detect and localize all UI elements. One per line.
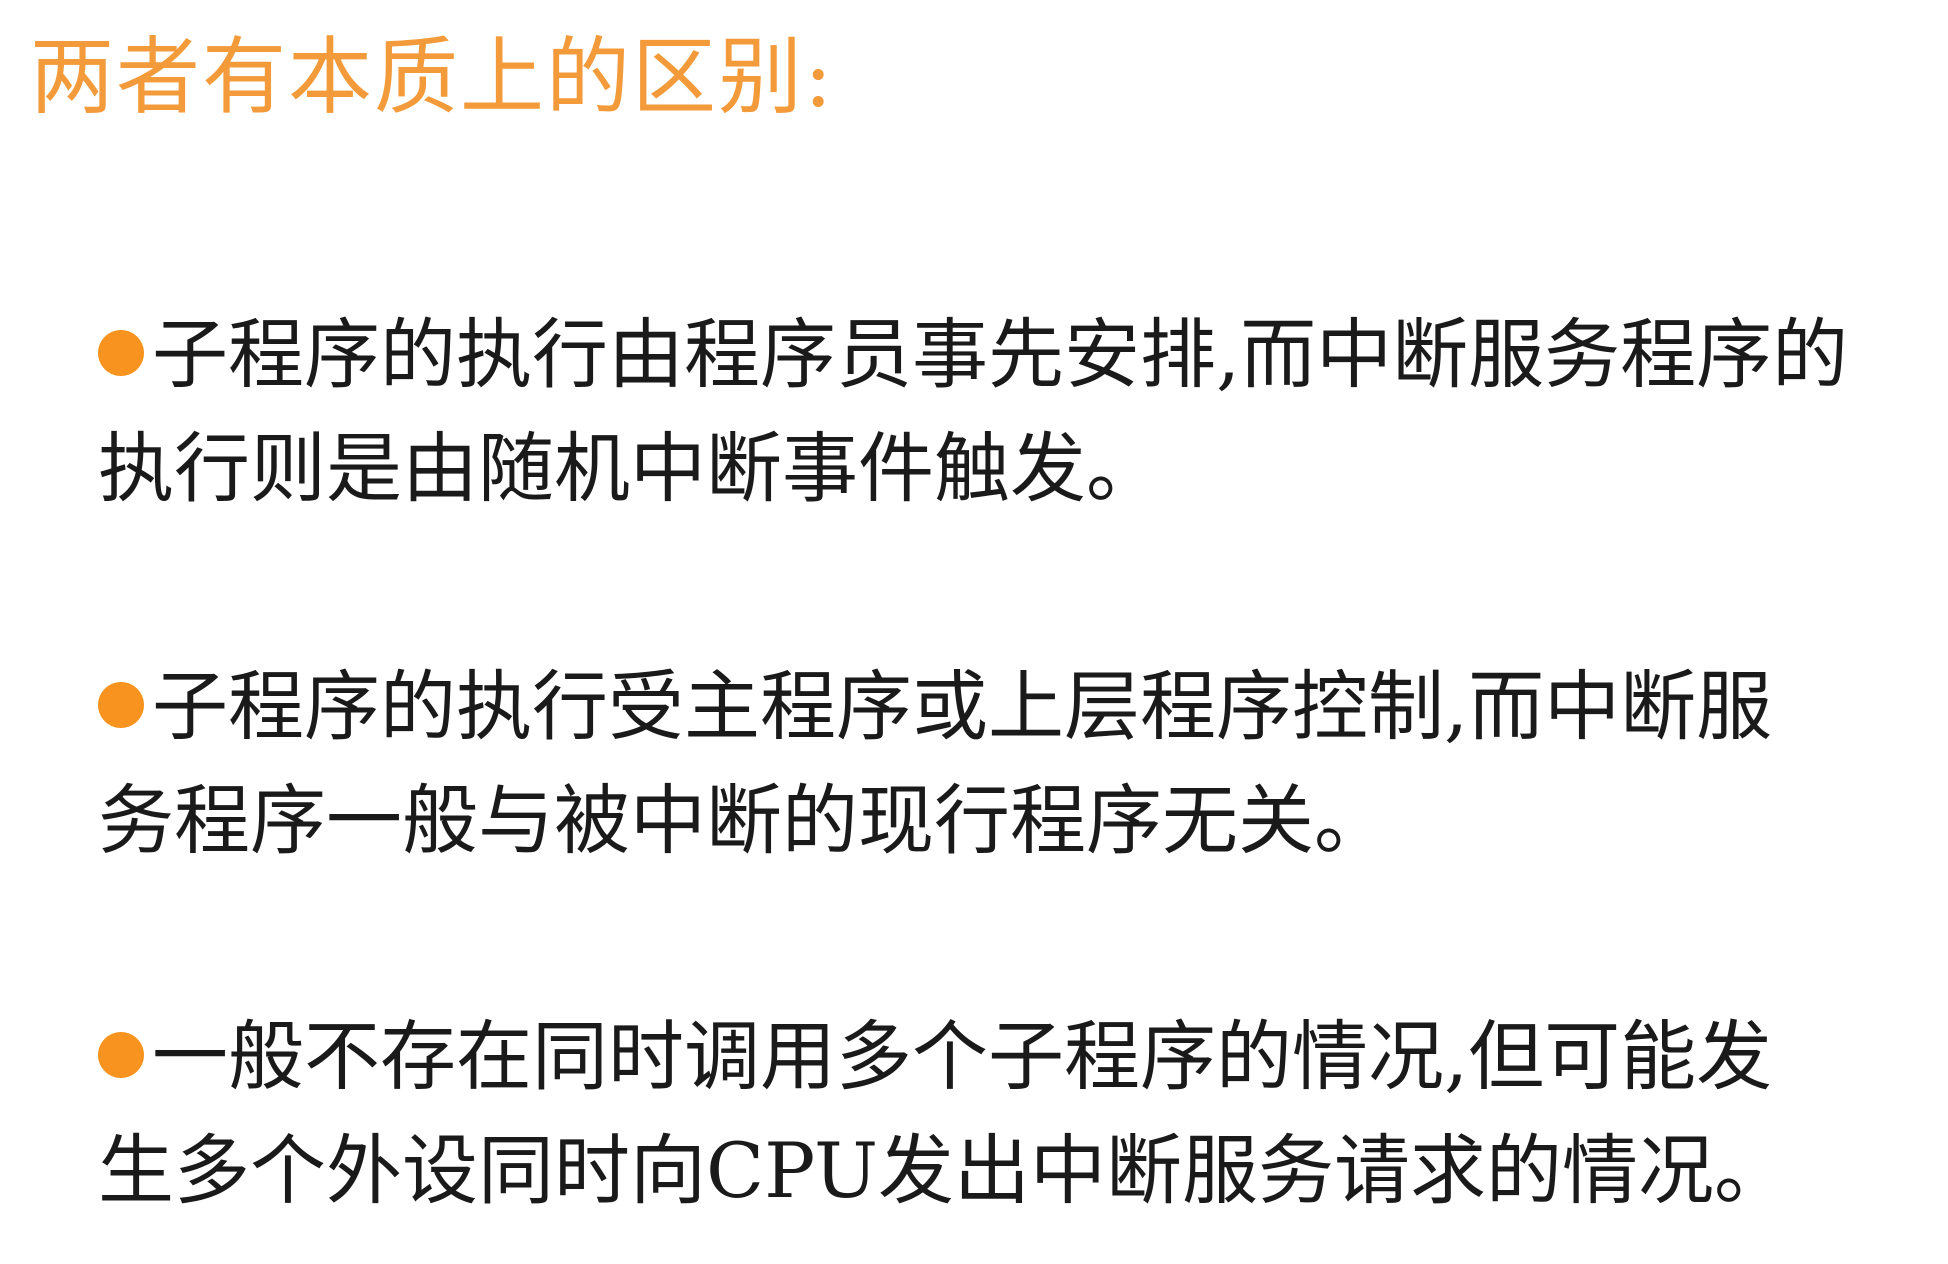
slide-title: 两者有本质上的区别: (30, 28, 835, 126)
bullet-dot-icon (98, 1032, 144, 1078)
bullet-item: 一般不存在同时调用多个子程序的情况,但可能发 生多个外设同时向CPU发出中断服务… (98, 1000, 1928, 1228)
bullet-item: 子程序的执行由程序员事先安排,而中断服务程序的 执行则是由随机中断事件触发。 (98, 298, 1928, 526)
bullet-continuation: 执行则是由随机中断事件触发。 (98, 424, 1162, 513)
bullet-item: 子程序的执行受主程序或上层程序控制,而中断服 务程序一般与被中断的现行程序无关。 (98, 650, 1928, 878)
bullet-dot-icon (98, 682, 144, 728)
bullet-dot-icon (98, 330, 144, 376)
bullet-line: 子程序的执行由程序员事先安排,而中断服务程序的 (98, 298, 1928, 412)
bullet-line: 子程序的执行受主程序或上层程序控制,而中断服 (98, 650, 1928, 764)
bullet-line: 一般不存在同时调用多个子程序的情况,但可能发 (98, 1000, 1928, 1114)
bullet-text: 子程序的执行由程序员事先安排,而中断服务程序的 (152, 310, 1849, 399)
bullet-text: 子程序的执行受主程序或上层程序控制,而中断服 (152, 662, 1773, 751)
bullet-continuation: 生多个外设同时向CPU发出中断服务请求的情况。 (98, 1126, 1791, 1215)
slide: 两者有本质上的区别: 子程序的执行由程序员事先安排,而中断服务程序的 执行则是由… (0, 0, 1948, 1264)
bullet-continuation: 务程序一般与被中断的现行程序无关。 (98, 776, 1390, 865)
bullet-text: 一般不存在同时调用多个子程序的情况,但可能发 (152, 1012, 1773, 1101)
